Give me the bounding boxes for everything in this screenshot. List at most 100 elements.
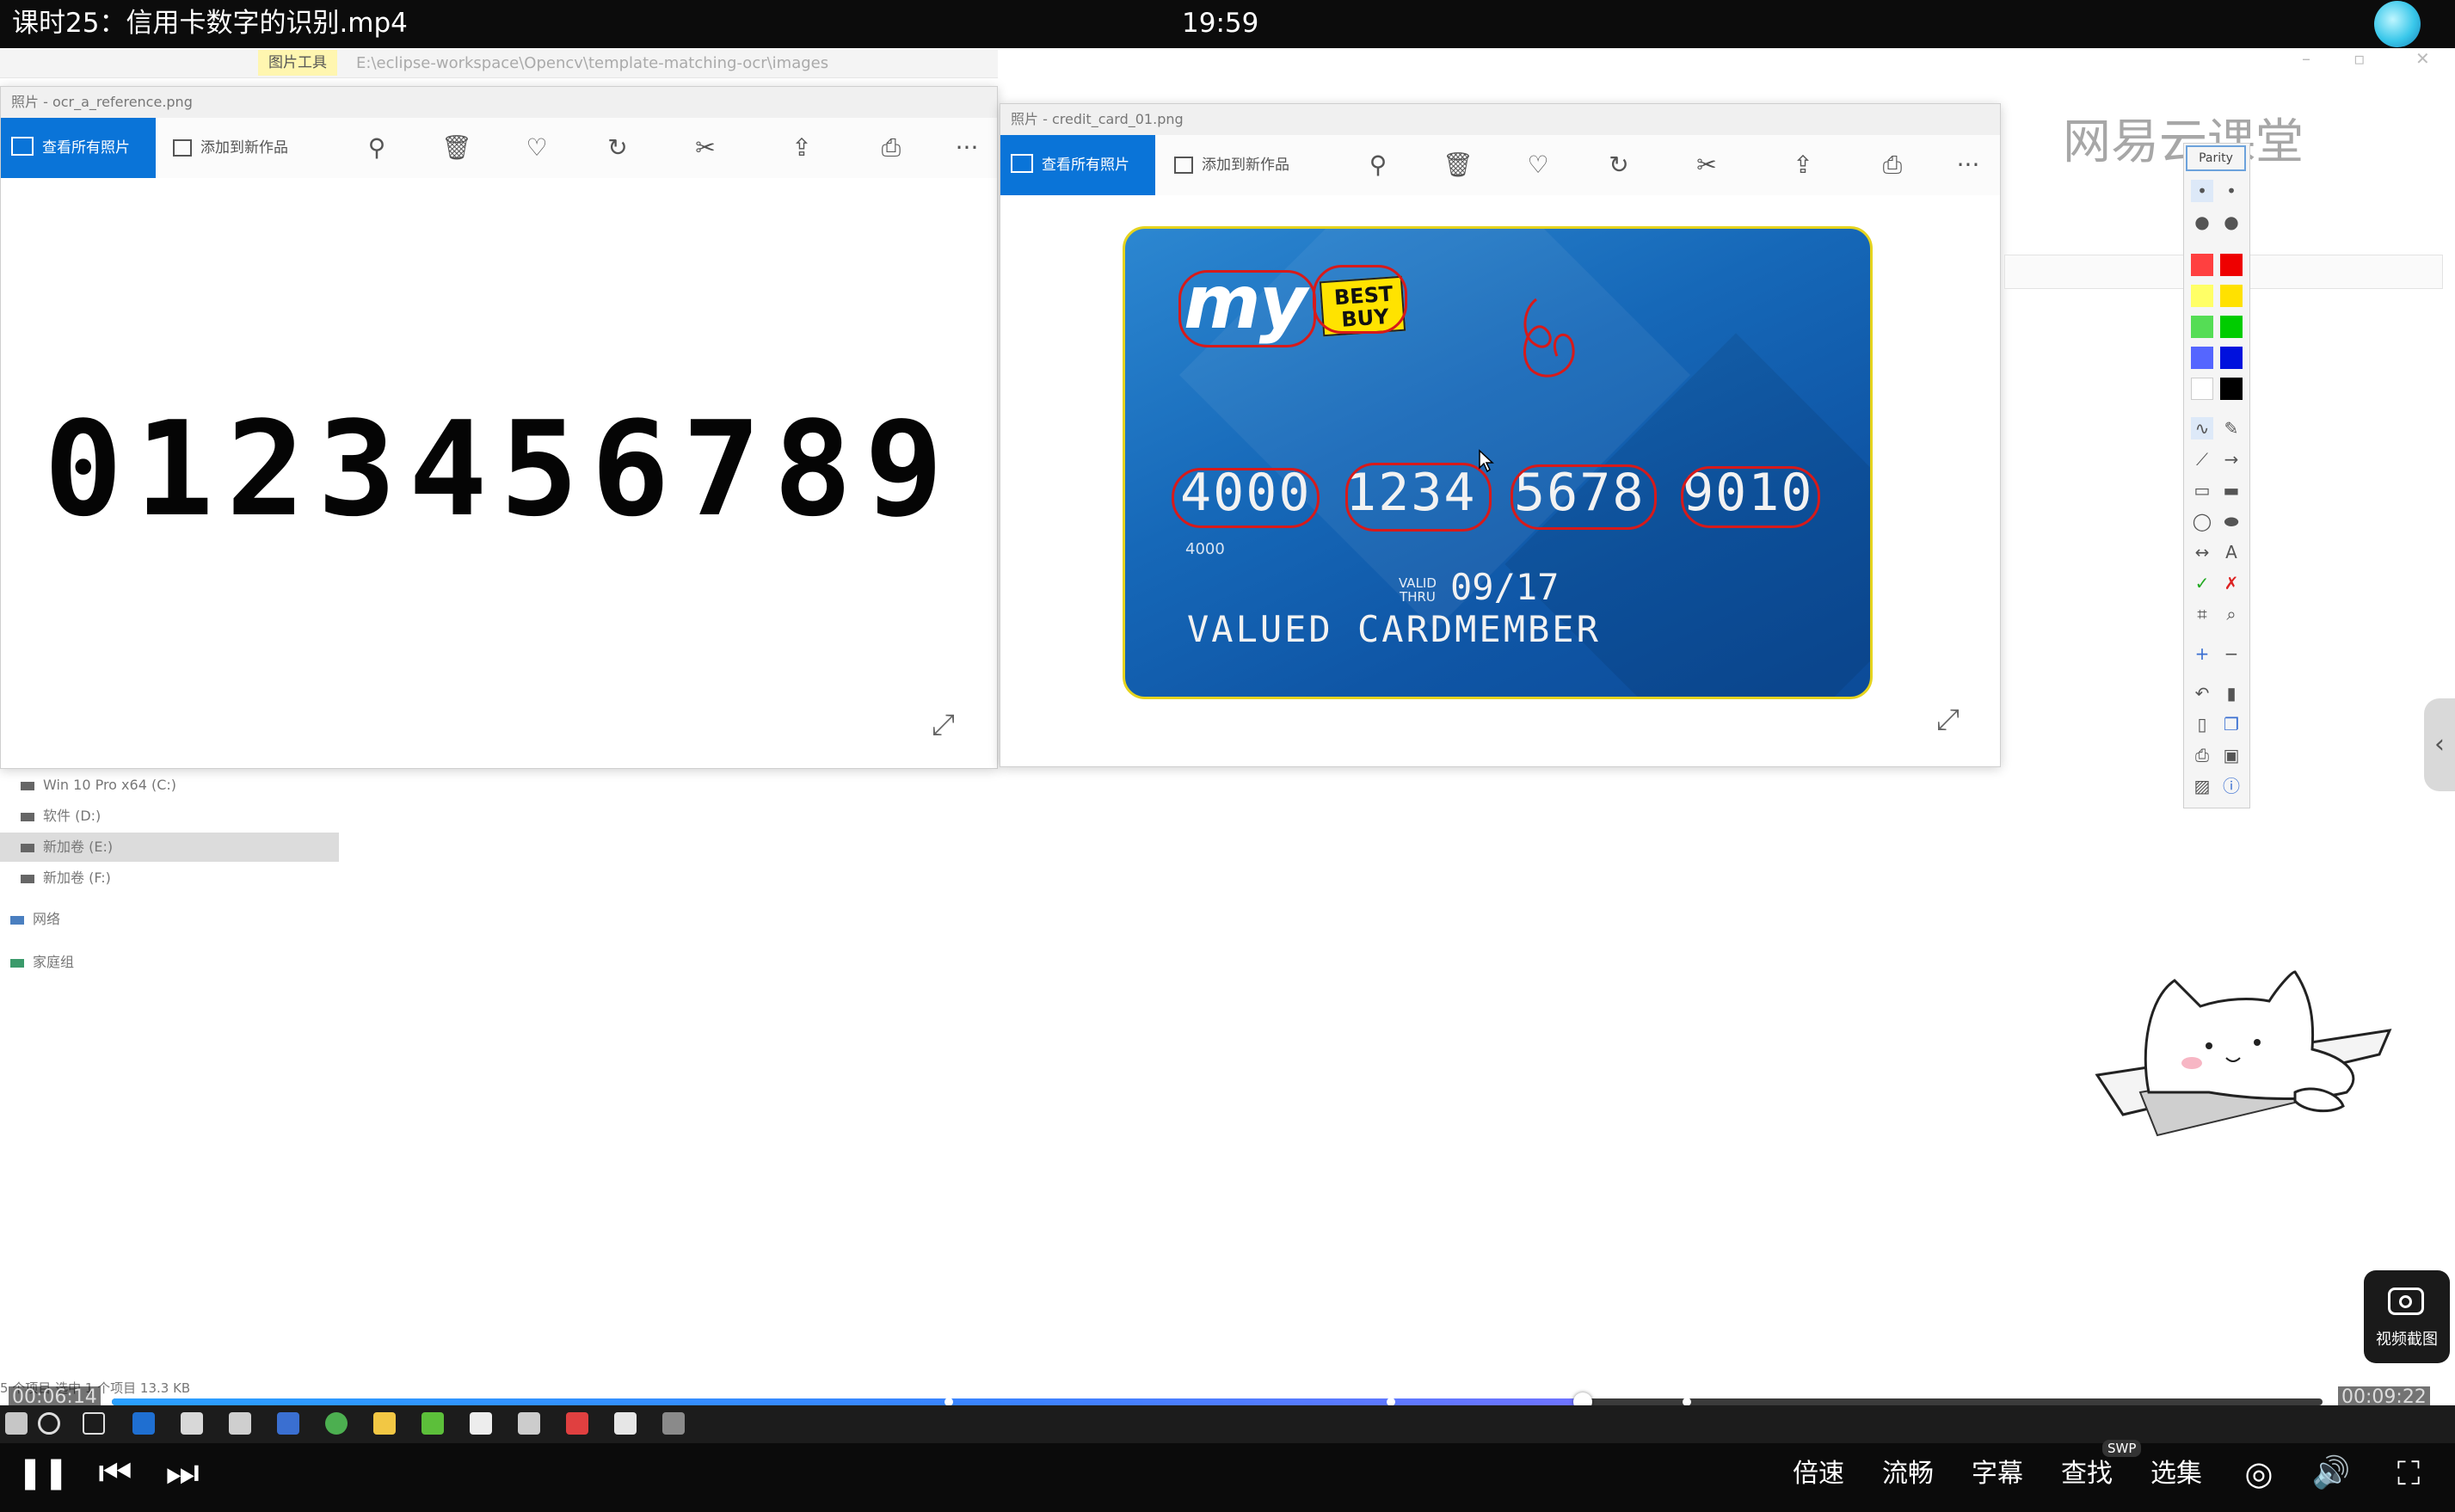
point-small-tool[interactable]: • <box>2191 180 2213 202</box>
zoom-out-icon[interactable]: − <box>2220 642 2243 665</box>
color-swatch[interactable] <box>2220 347 2243 369</box>
more-icon[interactable]: ··· <box>952 133 981 163</box>
view-all-photos-button[interactable]: 查看所有照片 <box>1000 135 1155 195</box>
add-to-creation-button[interactable]: 添加到新作品 <box>173 118 288 178</box>
magnifier-icon[interactable]: ⚲ <box>362 133 391 163</box>
point-large-tool[interactable]: ● <box>2191 211 2213 233</box>
image-tool-icon[interactable]: ▨ <box>2191 775 2213 797</box>
printer-icon[interactable]: ⎙ <box>877 133 906 163</box>
color-swatch[interactable] <box>2191 316 2213 338</box>
expand-icon[interactable]: ⤢ <box>932 708 955 742</box>
volume-icon[interactable]: 🔊 <box>2309 1448 2353 1498</box>
new-page-icon[interactable]: ▯ <box>2191 713 2213 735</box>
search-button[interactable]: 查找 <box>2061 1455 2113 1493</box>
settings-icon[interactable]: ◎ <box>2237 1448 2281 1498</box>
point-medium-tool[interactable]: • <box>2220 180 2243 202</box>
clear-icon[interactable]: ▮ <box>2220 682 2243 704</box>
zoom-in-icon[interactable]: + <box>2191 642 2213 665</box>
expand-icon[interactable]: ⤢ <box>1936 703 1960 737</box>
crop-tool-icon[interactable]: ⌗ <box>2191 603 2213 625</box>
close-icon: ✕ <box>2415 48 2430 69</box>
windows-taskbar <box>0 1405 2455 1443</box>
share-icon[interactable]: ⇪ <box>787 133 816 163</box>
freehand-pen-icon[interactable]: ∿ <box>2191 417 2213 439</box>
episodes-button[interactable]: 选集 <box>2150 1455 2202 1493</box>
add-to-creation-button[interactable]: 添加到新作品 <box>1174 135 1289 195</box>
next-icon[interactable]: ⏭ <box>158 1448 206 1498</box>
cat-sticker-image <box>2095 970 2392 1137</box>
color-swatch[interactable] <box>2220 378 2243 400</box>
creation-icon <box>173 139 192 157</box>
rotate-icon[interactable]: ↻ <box>1604 151 1634 180</box>
check-mark-icon[interactable]: ✓ <box>2191 572 2213 594</box>
start-icon <box>5 1412 28 1435</box>
nav-drive-c[interactable]: Win 10 Pro x64 (C:) <box>0 771 339 800</box>
cross-mark-icon[interactable]: ✗ <box>2220 572 2243 594</box>
share-icon[interactable]: ⇪ <box>1788 151 1818 180</box>
color-swatch[interactable] <box>2220 254 2243 276</box>
digit: 8 <box>773 393 852 545</box>
copy-icon[interactable]: ❐ <box>2220 713 2243 735</box>
nav-homegroup[interactable]: 家庭组 <box>0 948 339 977</box>
more-icon[interactable]: ··· <box>1954 151 1983 180</box>
fullscreen-icon[interactable]: ⛶ <box>2386 1448 2431 1498</box>
camera-icon <box>2388 1288 2424 1315</box>
double-arrow-icon[interactable]: ↔ <box>2191 541 2213 563</box>
undo-icon[interactable]: ↶ <box>2191 682 2213 704</box>
nav-drive-f[interactable]: 新加卷 (F:) <box>0 864 339 893</box>
point-xlarge-tool[interactable]: ● <box>2220 211 2243 233</box>
rectangle-tool-icon[interactable]: ▭ <box>2191 479 2213 501</box>
quality-button[interactable]: 流畅 <box>1882 1455 1934 1493</box>
trash-icon[interactable]: 🗑 <box>441 133 472 163</box>
line-tool-icon[interactable]: ⟋ <box>2191 448 2213 470</box>
magnifier-icon[interactable]: ⚲ <box>1363 151 1393 180</box>
heart-icon[interactable]: ♡ <box>1523 151 1553 180</box>
color-swatch[interactable] <box>2191 347 2213 369</box>
color-swatch[interactable] <box>2191 254 2213 276</box>
app-icon <box>277 1412 299 1435</box>
creation-icon <box>1174 157 1193 174</box>
digit: 7 <box>682 393 761 545</box>
nav-network[interactable]: 网络 <box>0 905 339 934</box>
color-swatch[interactable] <box>2220 316 2243 338</box>
color-swatch[interactable] <box>2220 285 2243 307</box>
previous-icon[interactable]: ⏮ <box>91 1448 139 1498</box>
print-tool-icon[interactable]: ⎙ <box>2191 744 2213 766</box>
filled-rectangle-icon[interactable]: ▬ <box>2220 479 2243 501</box>
digit: 6 <box>591 393 670 545</box>
printer-icon[interactable]: ⎙ <box>1878 151 1907 180</box>
zoom-tool-icon[interactable]: ⌕ <box>2220 603 2243 625</box>
digit: 3 <box>317 393 397 545</box>
annotation-ring <box>1178 270 1316 347</box>
edge-icon <box>132 1412 155 1435</box>
photos-toolbar: 查看所有照片 添加到新作品 ⚲ 🗑 ♡ ↻ ✂ ⇪ ⎙ ··· <box>1 118 997 178</box>
digit: 1 <box>135 393 214 545</box>
trash-icon[interactable]: 🗑 <box>1443 151 1474 180</box>
view-all-photos-button[interactable]: 查看所有照片 <box>1 118 156 178</box>
rotate-icon[interactable]: ↻ <box>603 133 632 163</box>
color-swatch[interactable] <box>2191 378 2213 400</box>
text-tool-icon[interactable]: A <box>2220 541 2243 563</box>
nav-drive-e[interactable]: 新加卷 (E:) <box>0 833 339 862</box>
filled-ellipse-icon[interactable]: ⬬ <box>2220 510 2243 532</box>
edit-crop-icon[interactable]: ✂ <box>1692 151 1721 180</box>
arrow-tool-icon[interactable]: → <box>2220 448 2243 470</box>
video-screenshot-button[interactable]: 视频截图 <box>2364 1270 2450 1363</box>
app-icon <box>518 1412 540 1435</box>
speed-button[interactable]: 倍速 <box>1793 1455 1844 1493</box>
highlighter-icon[interactable]: ✎ <box>2220 417 2243 439</box>
edit-crop-icon[interactable]: ✂ <box>691 133 720 163</box>
save-icon[interactable]: ▣ <box>2220 744 2243 766</box>
info-icon[interactable]: ⓘ <box>2220 775 2243 797</box>
user-avatar[interactable] <box>2374 1 2421 47</box>
pause-icon[interactable]: ❚❚ <box>17 1448 69 1498</box>
video-title: 课时25：信用卡数字的识别.mp4 <box>12 8 408 39</box>
ellipse-tool-icon[interactable]: ◯ <box>2191 510 2213 532</box>
task-view-icon <box>83 1412 105 1435</box>
heart-icon[interactable]: ♡ <box>522 133 551 163</box>
color-swatch[interactable] <box>2191 285 2213 307</box>
nav-drive-d[interactable]: 软件 (D:) <box>0 802 339 831</box>
annotation-ring <box>1511 464 1657 530</box>
side-panel-toggle[interactable]: ‹ <box>2424 698 2455 791</box>
subtitles-button[interactable]: 字幕 <box>1972 1455 2023 1493</box>
